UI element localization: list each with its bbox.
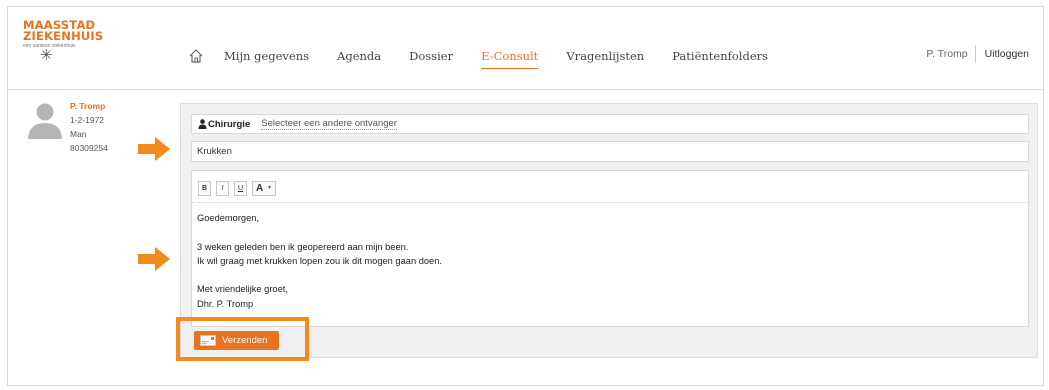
editor-toolbar: B I U A ▼ (192, 171, 1028, 203)
chevron-down-icon: ▼ (267, 185, 272, 191)
home-icon[interactable] (188, 48, 204, 64)
nav-item-mijn-gegevens[interactable]: Mijn gegevens (224, 49, 309, 69)
recipient-department: Chirurgie (208, 118, 251, 130)
body-line-blank (197, 225, 442, 239)
logo-line2: ZIEKENHUIS (23, 29, 104, 43)
patient-name: P. Tromp (70, 101, 106, 111)
message-editor[interactable]: B I U A ▼ Goedemorgen, 3 weken geleden b… (191, 170, 1029, 327)
body-line: Met vriendelijke groet, (197, 284, 288, 295)
avatar (28, 103, 62, 139)
nav-item-agenda[interactable]: Agenda (337, 49, 381, 69)
font-color-button[interactable]: A ▼ (252, 181, 276, 196)
user-name[interactable]: P. Tromp (926, 45, 976, 63)
logout-link[interactable]: Uitloggen (985, 45, 1029, 63)
body-line: 3 weken geleden ben ik geopereerd aan mi… (197, 241, 409, 252)
font-color-label: A (256, 183, 264, 194)
nav-item-patientenfolders[interactable]: Patiëntenfolders (672, 49, 768, 69)
bold-button[interactable]: B (198, 181, 211, 196)
app-window: MAASSTAD ZIEKENHUIS een santeon ziekenhu… (7, 6, 1044, 386)
underline-button[interactable]: U (234, 181, 247, 196)
arrow-right-icon (138, 247, 170, 271)
body-line-blank (197, 268, 442, 282)
main-nav: Mijn gegevens Agenda Dossier E-Consult V… (188, 45, 796, 69)
nav-item-vragenlijsten[interactable]: Vragenlijsten (566, 49, 644, 69)
recipient-row: Chirurgie Selecteer een andere ontvanger (191, 114, 1029, 134)
subject-input[interactable]: Krukken (191, 141, 1029, 162)
person-icon (198, 119, 207, 129)
change-recipient-link[interactable]: Selecteer een andere ontvanger (261, 118, 397, 130)
arrow-right-icon (138, 137, 170, 161)
italic-button[interactable]: I (216, 181, 229, 196)
logo-star-icon: ✳ (40, 47, 53, 64)
patient-birthdate: 1-2-1972 (70, 115, 105, 125)
body-line: Dhr. P. Tromp (197, 298, 254, 309)
logo[interactable]: MAASSTAD ZIEKENHUIS een santeon ziekenhu… (23, 19, 104, 64)
body-line: Ik wil graag met krukken lopen zou ik di… (197, 255, 442, 266)
message-body[interactable]: Goedemorgen, 3 weken geleden ben ik geop… (197, 211, 442, 311)
send-button-highlight (176, 317, 309, 361)
header: MAASSTAD ZIEKENHUIS een santeon ziekenhu… (8, 7, 1043, 90)
nav-item-e-consult[interactable]: E-Consult (481, 49, 539, 69)
user-area: P. Tromp Uitloggen (926, 45, 1029, 63)
body-line: Goedemorgen, (197, 213, 260, 223)
nav-item-dossier[interactable]: Dossier (409, 49, 453, 69)
